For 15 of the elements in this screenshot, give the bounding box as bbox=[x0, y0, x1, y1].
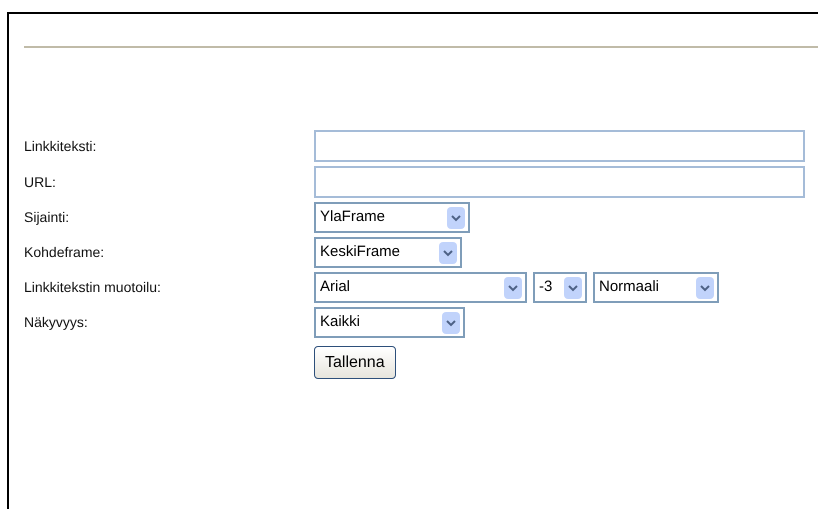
dropdown[interactable]: YlaFrame bbox=[314, 202, 470, 233]
dropdown[interactable]: Kaikki bbox=[314, 307, 465, 338]
field-label: Näkyvyys: bbox=[24, 313, 89, 332]
input-field[interactable] bbox=[314, 166, 805, 198]
field-label: URL: bbox=[24, 172, 57, 192]
dropdown[interactable]: KeskiFrame bbox=[314, 237, 462, 268]
field-label: Kohdeframe: bbox=[24, 243, 106, 262]
input-field[interactable] bbox=[314, 130, 805, 162]
dropdown[interactable]: Arial bbox=[314, 272, 527, 303]
dropdown[interactable]: Normaali bbox=[593, 272, 719, 303]
field-label: Sijainti: bbox=[24, 208, 70, 227]
field-label: Linkkitekstin muotoilu: bbox=[24, 278, 162, 297]
save-button[interactable]: Tallenna bbox=[314, 346, 396, 379]
field-label: Linkkiteksti: bbox=[24, 136, 98, 156]
dropdown[interactable]: -3 bbox=[533, 272, 587, 303]
